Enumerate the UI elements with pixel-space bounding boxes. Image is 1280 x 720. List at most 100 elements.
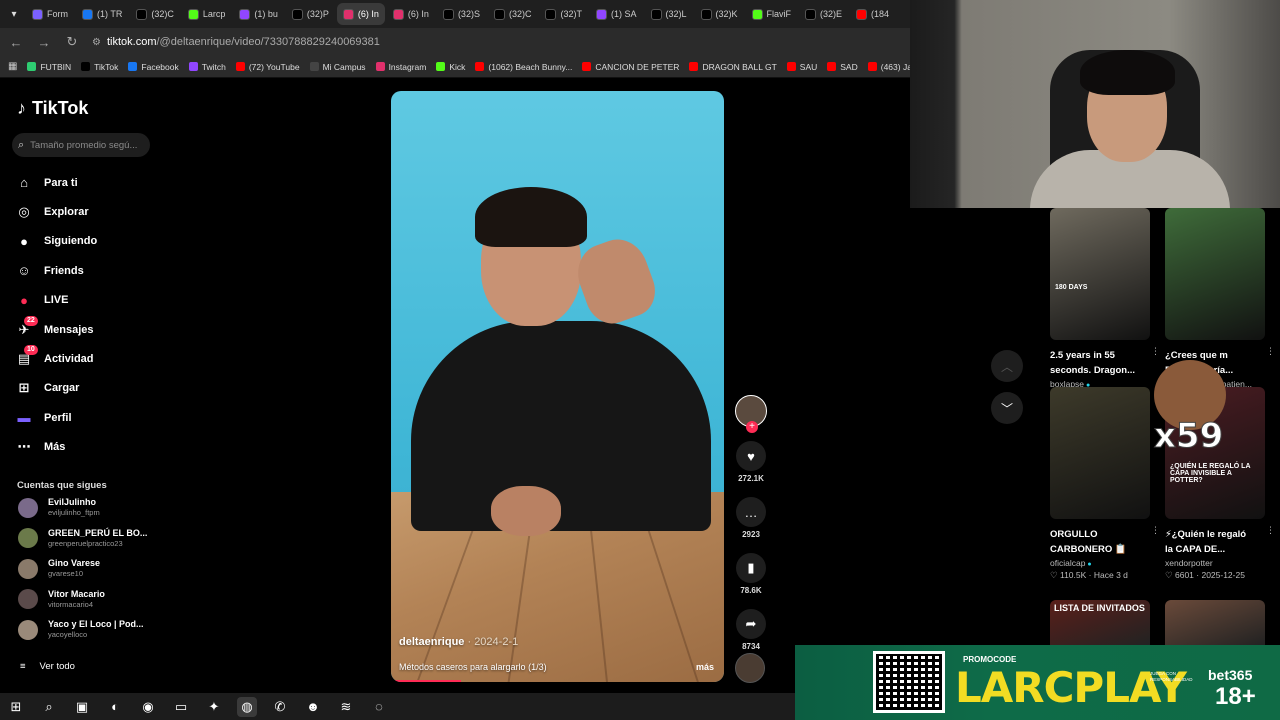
like-action[interactable]: ♥ 272.1K xyxy=(732,441,770,483)
bookmark-item[interactable]: DRAGON BALL GT xyxy=(689,62,777,72)
suggested-video-card[interactable]: 180 DAYS ⋮ 2.5 years in 55 seconds. Dragon.… xyxy=(1050,208,1160,402)
more-options-icon[interactable]: ⋮ xyxy=(1266,346,1275,357)
chrome-icon[interactable]: ◉ xyxy=(138,697,158,717)
video-player[interactable]: deltaenrique · 2024-2-1 Métodos caseros … xyxy=(391,91,724,682)
site-settings-icon[interactable]: ⚙ xyxy=(92,37,101,48)
video-thumbnail[interactable]: 180 DAYS xyxy=(1050,208,1150,340)
windows-start-icon[interactable]: ⊞ xyxy=(6,697,26,717)
browser-tab[interactable]: (1) TR xyxy=(76,3,128,25)
nav-item[interactable]: ● Siguiendo xyxy=(16,227,97,256)
browser-tab[interactable]: (1) bu xyxy=(233,3,284,25)
bookmark-item[interactable]: Twitch xyxy=(188,62,226,72)
video-author[interactable]: oficialcap ● xyxy=(1050,558,1150,568)
browser-tab[interactable]: (6) In xyxy=(387,3,435,25)
bookmark-item[interactable]: Facebook xyxy=(128,62,179,72)
more-options-icon[interactable]: ⋮ xyxy=(1151,525,1160,536)
creator-avatar[interactable]: + xyxy=(735,395,767,433)
bookmark-item[interactable]: (463) James xyxy=(867,62,910,72)
more-options-icon[interactable]: ⋮ xyxy=(1151,346,1160,357)
tab-search-menu-icon[interactable]: ▾ xyxy=(4,4,24,24)
nav-item[interactable]: ⊞ Cargar xyxy=(16,374,97,403)
nav-item-label: Perfil xyxy=(44,411,72,424)
comment-action[interactable]: … 2923 xyxy=(732,497,770,539)
browser-tab[interactable]: (6) In xyxy=(336,3,385,25)
video-progress-bar[interactable] xyxy=(391,680,461,682)
save-action[interactable]: ▮ 78.6K xyxy=(732,553,770,595)
store-icon[interactable]: ▣ xyxy=(72,697,92,717)
search-icon[interactable]: ⌕ xyxy=(39,697,59,717)
nav-item[interactable]: ✈ 22 Mensajes xyxy=(16,315,97,344)
browser-tab[interactable]: (32)S xyxy=(437,3,486,25)
url-field[interactable]: ⚙ tiktok.com/@deltaenrique/video/7330788… xyxy=(92,31,380,53)
video-thumbnail[interactable]: LISTA DE INVITADOS xyxy=(1050,600,1150,645)
followed-account[interactable]: EvilJulinho eviljulinho_ftpm xyxy=(18,497,100,518)
bookmark-item[interactable]: CANCION DE PETER xyxy=(582,62,679,72)
browser-tab[interactable]: (1) SA xyxy=(590,3,643,25)
back-icon[interactable]: ← xyxy=(8,35,24,50)
nav-item[interactable]: ☺ Friends xyxy=(16,256,97,285)
video-thumbnail[interactable] xyxy=(1165,600,1265,645)
suggested-video-card[interactable]: ⋮ ORGULLO CARBONERO 📋 oficialcap ● ♡ 110.5K … xyxy=(1050,387,1160,581)
browser-tab[interactable]: (32)K xyxy=(695,3,744,25)
app-icon[interactable]: ✦ xyxy=(204,697,224,717)
browser-tab[interactable]: FlaviF xyxy=(746,3,798,25)
browser-tab[interactable]: Larcp xyxy=(182,3,232,25)
spotify-icon[interactable]: ≋ xyxy=(336,697,356,717)
file-explorer-icon[interactable]: ▭ xyxy=(171,697,191,717)
nav-item[interactable]: ⋯ Más xyxy=(16,433,97,462)
video-author[interactable]: xendorpotter xyxy=(1165,558,1265,568)
obs-icon[interactable]: ◍ xyxy=(237,696,257,717)
video-more-link[interactable]: más xyxy=(696,662,714,672)
follow-plus-icon[interactable]: + xyxy=(746,421,758,433)
video-author[interactable]: deltaenrique xyxy=(399,636,464,648)
nav-item[interactable]: ◎ Explorar xyxy=(16,197,97,226)
heart-icon[interactable]: ♥ xyxy=(736,441,766,471)
followed-account[interactable]: Gino Varese gvarese10 xyxy=(18,558,100,579)
browser-tab[interactable]: (32)P xyxy=(286,3,335,25)
browser-tab[interactable]: Form xyxy=(26,3,74,25)
video-author-line[interactable]: deltaenrique · 2024-2-1 xyxy=(399,636,518,648)
video-thumbnail[interactable] xyxy=(1050,387,1150,519)
bookmark-item[interactable]: FUTBIN xyxy=(27,62,71,72)
bookmark-item[interactable]: TikTok xyxy=(81,62,118,72)
nav-item[interactable]: ⌂ Para ti xyxy=(16,168,97,197)
bookmark-item[interactable]: Instagram xyxy=(375,62,426,72)
bookmark-item[interactable]: Mi Campus xyxy=(309,62,366,72)
share-action[interactable]: ➦ 8734 xyxy=(732,609,770,651)
apps-grid-icon[interactable]: ▦ xyxy=(8,61,17,72)
followed-account[interactable]: Vitor Macario vitormacario4 xyxy=(18,589,105,610)
whatsapp-icon[interactable]: ✆ xyxy=(270,697,290,717)
tiktok-logo[interactable]: ♪ TikTok xyxy=(17,98,88,119)
discord-icon[interactable]: ☻ xyxy=(303,697,323,717)
search-input[interactable]: ⌕ Tamaño promedio segú... xyxy=(12,133,150,157)
browser-tab[interactable]: (32)T xyxy=(539,3,588,25)
share-icon[interactable]: ➦ xyxy=(736,609,766,639)
followed-account[interactable]: GREEN_PERÚ EL BO... greenperuelpractico23 xyxy=(18,528,147,549)
bookmark-item[interactable]: SAU xyxy=(786,62,817,72)
browser-tab[interactable]: (32)E xyxy=(799,3,848,25)
comment-icon[interactable]: … xyxy=(736,497,766,527)
bookmark-item[interactable]: (72) YouTube xyxy=(235,62,300,72)
nav-item[interactable]: ● LIVE xyxy=(16,286,97,315)
reload-icon[interactable]: ↻ xyxy=(64,34,80,50)
followed-account[interactable]: Yaco y El Loco | Pod... yacoyelloco xyxy=(18,619,144,640)
music-disc-avatar[interactable] xyxy=(735,653,765,683)
see-all-button[interactable]: ≡ Ver todo xyxy=(20,661,75,672)
bookmark-item[interactable]: (1062) Beach Bunny... xyxy=(475,62,572,72)
forward-icon[interactable]: → xyxy=(36,35,52,50)
bookmark-item[interactable]: Kick xyxy=(436,62,465,72)
video-thumbnail[interactable] xyxy=(1165,208,1265,340)
browser-tab[interactable]: (32)L xyxy=(645,3,693,25)
more-options-icon[interactable]: ⋮ xyxy=(1266,525,1275,536)
edge-icon[interactable]: ◐ xyxy=(105,697,125,717)
browser-tab[interactable]: (32)C xyxy=(130,3,180,25)
bookmark-item[interactable]: SAD xyxy=(827,62,858,72)
browser-tab[interactable]: (32)C xyxy=(488,3,538,25)
nav-item[interactable]: ▬ Perfil xyxy=(16,403,97,432)
next-video-button[interactable]: ﹀ xyxy=(991,392,1023,424)
bookmark-icon[interactable]: ▮ xyxy=(736,553,766,583)
browser-tab[interactable]: (184 xyxy=(850,3,898,25)
nav-item[interactable]: ▤ 10 Actividad xyxy=(16,344,97,373)
app2-icon[interactable]: ◌ xyxy=(369,697,389,717)
previous-video-button[interactable]: ︿ xyxy=(991,350,1023,382)
